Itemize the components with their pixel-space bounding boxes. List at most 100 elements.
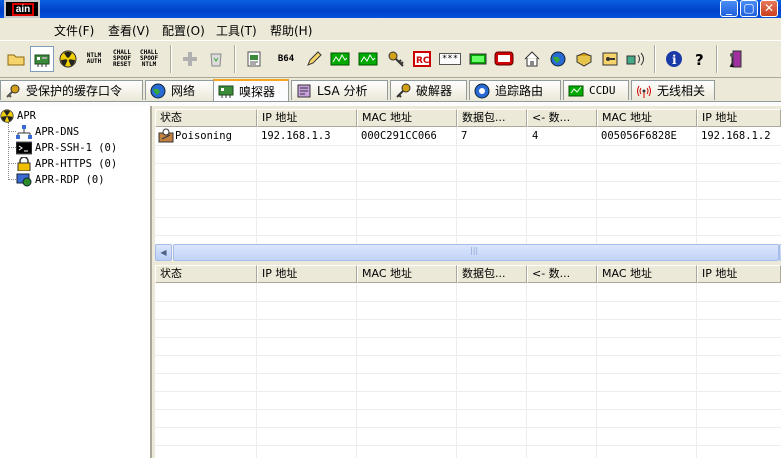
- lock-icon: [17, 157, 31, 171]
- maximize-button[interactable]: ▢: [740, 0, 758, 17]
- home-button[interactable]: [520, 46, 544, 72]
- globe-tool-button[interactable]: [546, 46, 570, 72]
- chall-spoof-ntlm-button[interactable]: CHALL SPOOF NTLM: [137, 46, 161, 72]
- menu-help[interactable]: 帮助(H): [270, 22, 312, 39]
- folder-icon: [7, 54, 25, 66]
- svg-text:RC: RC: [416, 56, 430, 66]
- tracert-button[interactable]: [492, 46, 516, 72]
- chall-spoof-ntlm-label: CHALL SPOOF NTLM: [139, 49, 159, 68]
- column-header-mac-2[interactable]: MAC 地址: [597, 109, 697, 127]
- close-button[interactable]: ✕: [760, 0, 778, 17]
- tree-node-apr-ssh-label: APR-SSH-1 (0): [35, 142, 118, 154]
- apr-results-table[interactable]: 状态 IP 地址 MAC 地址 数据包... <- 数... MAC 地址 IP…: [155, 265, 781, 458]
- book-button[interactable]: [572, 46, 596, 72]
- horizontal-scrollbar[interactable]: ◀ ||| ▶: [155, 244, 781, 261]
- cell-packets-back: 4: [532, 130, 539, 142]
- tab-ccdu[interactable]: CCDU: [563, 80, 629, 100]
- grid-line: [596, 283, 597, 458]
- tab-cracker[interactable]: 破解器: [390, 80, 467, 100]
- column-header-ip-2[interactable]: IP 地址: [697, 265, 781, 283]
- rdp-icon: [16, 173, 32, 187]
- column-header-packets[interactable]: 数据包...: [457, 265, 527, 283]
- tab-sniffer[interactable]: 嗅探器: [213, 79, 289, 101]
- table-row[interactable]: Poisoning 192.168.1.3 000C291CC066 7 4 0…: [155, 127, 781, 145]
- apr-connections-table[interactable]: 状态 IP 地址 MAC 地址 数据包... <- 数... MAC 地址 IP…: [155, 109, 781, 244]
- tab-network[interactable]: 网络: [145, 80, 215, 100]
- help-button[interactable]: ?: [688, 46, 712, 72]
- tab-traceroute-label: 追踪路由: [495, 84, 544, 98]
- chall-spoof-reset-button[interactable]: CHALL SPOOF RESET: [110, 46, 134, 72]
- column-header-packets[interactable]: 数据包...: [457, 109, 527, 127]
- column-header-status[interactable]: 状态: [155, 265, 257, 283]
- tab-wireless[interactable]: 无线相关: [631, 80, 715, 100]
- key-lock-icon: [602, 52, 618, 66]
- column-header-mac-2[interactable]: MAC 地址: [597, 265, 697, 283]
- svg-text:i: i: [672, 53, 677, 67]
- delete-button[interactable]: [204, 46, 228, 72]
- open-folder-button[interactable]: [4, 46, 28, 72]
- base64-button[interactable]: B64: [274, 46, 298, 72]
- toolbar-separator: [234, 45, 236, 73]
- menu-tools[interactable]: 工具(T): [216, 22, 257, 39]
- tree-node-apr-rdp[interactable]: APR-RDP (0): [16, 172, 105, 188]
- poison-status-icon: [158, 128, 174, 143]
- nic-monitor-button[interactable]: [328, 46, 352, 72]
- pencil-icon: [307, 51, 322, 66]
- network-card-icon: [34, 54, 50, 67]
- tab-lsa-label: LSA 分析: [317, 84, 368, 98]
- menu-view[interactable]: 查看(V): [108, 22, 150, 39]
- apr-tree[interactable]: APR APR-DNS APR-SSH-1 (0) APR-HTTPS (0) …: [0, 106, 152, 458]
- menu-config[interactable]: 配置(O): [162, 22, 205, 39]
- ccdu-icon: [568, 85, 584, 96]
- tree-node-apr[interactable]: APR: [0, 108, 36, 124]
- database-button[interactable]: [466, 46, 490, 72]
- key-cache-icon: [6, 84, 20, 98]
- minimize-button[interactable]: _: [720, 0, 738, 17]
- tab-network-label: 网络: [171, 84, 196, 98]
- rc-icon: RC: [413, 51, 431, 67]
- hash-calc-button[interactable]: [302, 46, 326, 72]
- exit-button[interactable]: [724, 46, 748, 72]
- menu-file[interactable]: 文件(F): [54, 22, 94, 39]
- ntlm-auth-button[interactable]: NTLM AUTH: [82, 46, 106, 72]
- terminal-icon: [16, 141, 32, 155]
- ntlm-auth-label: NTLM AUTH: [86, 52, 102, 65]
- column-header-status[interactable]: 状态: [155, 109, 257, 127]
- wireless-button[interactable]: [624, 46, 648, 72]
- tab-protected-cache[interactable]: 受保护的缓存口令: [0, 80, 143, 100]
- tree-node-apr-dns[interactable]: APR-DNS: [16, 124, 79, 140]
- column-header-packets-back[interactable]: <- 数...: [527, 109, 597, 127]
- tab-traceroute[interactable]: 追踪路由: [469, 80, 561, 100]
- grid-line: [155, 235, 781, 236]
- scroll-thumb[interactable]: |||: [173, 244, 779, 261]
- radiation-icon: [0, 109, 14, 123]
- column-header-mac[interactable]: MAC 地址: [357, 265, 457, 283]
- column-header-ip-2[interactable]: IP 地址: [697, 109, 781, 127]
- password-stars-button[interactable]: ***: [436, 46, 464, 72]
- nic2-monitor-button[interactable]: [356, 46, 380, 72]
- scroll-left-button[interactable]: ◀: [155, 244, 172, 261]
- tab-lsa[interactable]: LSA 分析: [291, 80, 388, 100]
- tree-node-apr-https[interactable]: APR-HTTPS (0): [16, 156, 117, 172]
- grid-line: [155, 373, 781, 374]
- cell-ip-2: 192.168.1.2: [701, 130, 771, 142]
- database-icon: [469, 53, 487, 65]
- grid-line: [155, 427, 781, 428]
- certificate-button[interactable]: [242, 46, 266, 72]
- key-icon: [388, 51, 404, 67]
- globe-icon: [550, 51, 566, 67]
- add-button[interactable]: [178, 46, 202, 72]
- column-header-packets-back[interactable]: <- 数...: [527, 265, 597, 283]
- column-header-mac[interactable]: MAC 地址: [357, 109, 457, 127]
- keys-button[interactable]: [384, 46, 408, 72]
- column-header-ip[interactable]: IP 地址: [257, 109, 357, 127]
- toolbar-separator: [170, 45, 172, 73]
- rc-button[interactable]: RC: [410, 46, 434, 72]
- start-sniffer-button[interactable]: [30, 46, 54, 72]
- key-lock-button[interactable]: [598, 46, 622, 72]
- column-header-ip[interactable]: IP 地址: [257, 265, 357, 283]
- about-button[interactable]: i: [662, 46, 686, 72]
- start-apr-button[interactable]: [56, 46, 80, 72]
- tab-strip: 受保护的缓存口令 网络 嗅探器 LSA 分析 破解器 追踪路由 CCDU 无线相…: [0, 79, 781, 101]
- tree-node-apr-ssh[interactable]: APR-SSH-1 (0): [16, 140, 117, 156]
